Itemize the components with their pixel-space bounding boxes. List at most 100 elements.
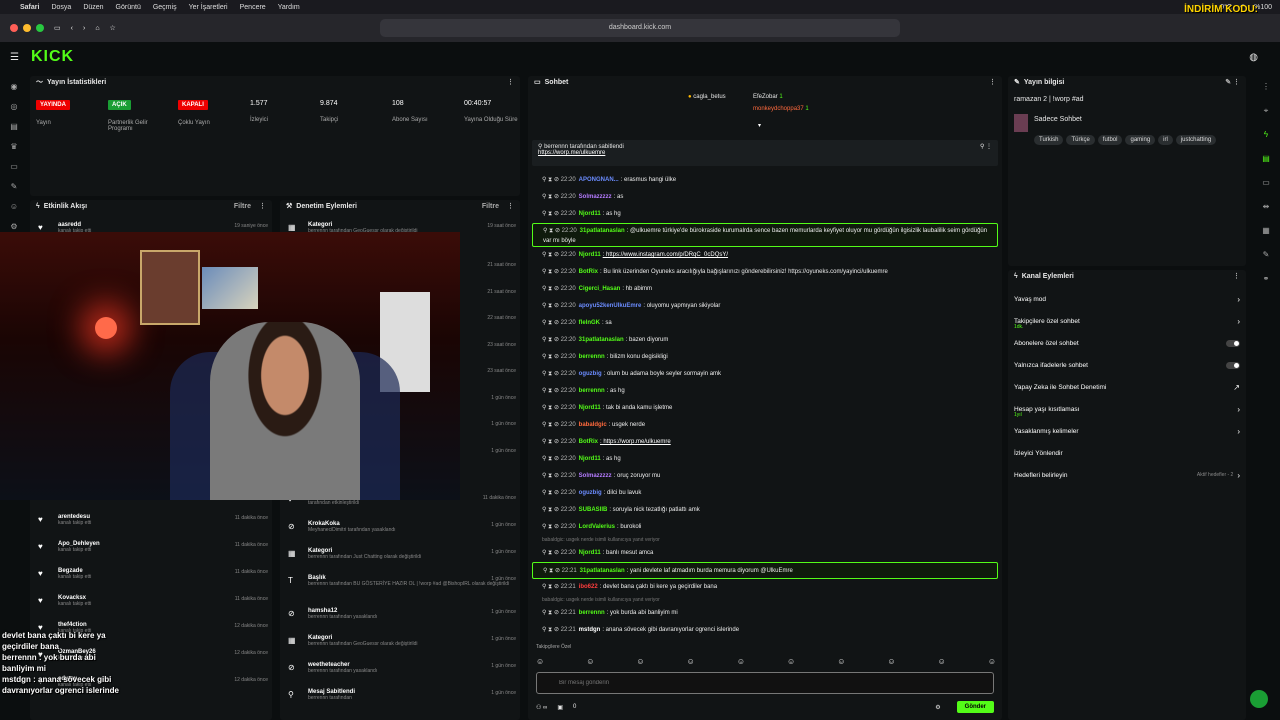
- chat-message[interactable]: ⚲ ⧗ ⊘ 22:20 APONGNAN...: erasmus hangi ül…: [532, 172, 998, 189]
- tools-icon[interactable]: ✎: [9, 182, 19, 192]
- emote-icon[interactable]: ☺: [586, 657, 594, 666]
- chat-message[interactable]: ⚲ ⧗ ⊘ 22:20 oguzbig: dilci bu lavuk: [532, 485, 998, 502]
- message-text[interactable]: : https://worp.me/ulkuemre: [600, 439, 671, 445]
- kick-account-icon[interactable]: ◍: [1249, 52, 1258, 63]
- emote-icon[interactable]: ☺: [887, 657, 895, 666]
- menu-pencere[interactable]: Pencere: [240, 4, 266, 11]
- message-username[interactable]: mstdgn: [579, 627, 601, 633]
- more-icon[interactable]: ⋮: [1261, 82, 1271, 92]
- mod-actions-icon[interactable]: ⚲ ⧗ ⊘: [542, 303, 561, 309]
- mod-actions-icon[interactable]: ⚲ ⧗ ⊘: [542, 269, 561, 275]
- menu-dosya[interactable]: Dosya: [51, 4, 71, 11]
- unpin-icon[interactable]: ⚲ ⋮: [980, 143, 992, 150]
- message-username[interactable]: ibo622: [579, 584, 598, 590]
- mod-actions-icon[interactable]: ⚲ ⧗ ⊘: [543, 228, 562, 234]
- chat-message[interactable]: ⚲ ⧗ ⊘ 22:20 berrennn: bilizm konu degisik…: [532, 349, 998, 366]
- message-username[interactable]: oguzbig: [579, 490, 602, 496]
- chat-message[interactable]: ⚲ ⧗ ⊘ 22:20 LordValerius: burokoli: [532, 519, 998, 536]
- chat-message[interactable]: ⚲ ⧗ ⊘ 22:21 31patlatanaslan: yani devlete…: [532, 562, 998, 579]
- chat-message[interactable]: ⚲ ⧗ ⊘ 22:20 oguzbig: olum bu adama boyle …: [532, 366, 998, 383]
- toggle-switch[interactable]: [1226, 339, 1240, 347]
- mod-actions-icon[interactable]: ⚲ ⧗ ⊘: [542, 177, 561, 183]
- stream-icon[interactable]: ◉: [9, 82, 19, 92]
- layers-icon[interactable]: ▤: [1261, 154, 1271, 164]
- message-text[interactable]: : https://www.instagram.com/p/DRqC_0cDQs…: [603, 252, 728, 258]
- tag[interactable]: Türkçe: [1066, 135, 1095, 145]
- chat-message[interactable]: ⚲ ⧗ ⊘ 22:20 flelnGK: sa: [532, 315, 998, 332]
- home-icon[interactable]: ⌂: [95, 25, 99, 32]
- trophy-icon[interactable]: ♛: [9, 142, 19, 152]
- mod-actions-icon[interactable]: ⚲ ⧗ ⊘: [542, 473, 561, 479]
- split-icon[interactable]: ⇹: [1261, 202, 1271, 212]
- chat-message[interactable]: ⚲ ⧗ ⊘ 22:20 berrennn: as hg: [532, 383, 998, 400]
- chat-icon[interactable]: ▭: [1261, 178, 1271, 188]
- mod-actions-icon[interactable]: ⚲ ⧗ ⊘: [542, 507, 561, 513]
- dashboard-icon[interactable]: ▤: [9, 122, 19, 132]
- users-icon[interactable]: ☺: [9, 202, 19, 212]
- chat-message[interactable]: ⚲ ⧗ ⊘ 22:20 apoyu52kenUlkuEmre: oluyomu y…: [532, 298, 998, 315]
- pinned-link[interactable]: https://worp.me/ulkuemre: [538, 150, 605, 156]
- message-username[interactable]: flelnGK: [579, 320, 600, 326]
- forward-icon[interactable]: ›: [83, 25, 85, 32]
- mod-actions-icon[interactable]: ⚲ ⧗ ⊘: [542, 422, 561, 428]
- mod-actions-icon[interactable]: ⚲ ⧗ ⊘: [542, 610, 561, 616]
- message-username[interactable]: Njord11: [579, 456, 601, 462]
- chat-message[interactable]: ⚲ ⧗ ⊘ 22:20 Njord11: banlı mesut amca: [532, 545, 998, 562]
- wrench-icon[interactable]: ✎: [1261, 250, 1271, 260]
- chat-message[interactable]: ⚲ ⧗ ⊘ 22:20 Solmazzzzz: oruç zoruyor mu: [532, 468, 998, 485]
- tag[interactable]: futbol: [1097, 135, 1123, 145]
- message-username[interactable]: apoyu52kenUlkuEmre: [579, 303, 642, 309]
- channel-action-row[interactable]: Yalnızca ifadelerle sohbet: [1008, 354, 1246, 376]
- zoom-window-button[interactable]: [36, 24, 44, 32]
- mod-actions-icon[interactable]: ⚲ ⧗ ⊘: [542, 550, 561, 556]
- mod-actions-icon[interactable]: ⚲ ⧗ ⊘: [542, 456, 561, 462]
- broadcast-icon[interactable]: ◎: [9, 102, 19, 112]
- message-username[interactable]: 31patlatanaslan: [580, 568, 625, 574]
- message-username[interactable]: BotRix: [579, 269, 598, 275]
- message-username[interactable]: Solmazzzzz: [579, 194, 612, 200]
- chat-message[interactable]: ⚲ ⧗ ⊘ 22:20 Cigerci_Hasan: hb abimm: [532, 281, 998, 298]
- kick-logo[interactable]: KICK: [31, 48, 74, 66]
- minimize-window-button[interactable]: [23, 24, 31, 32]
- chat-icon[interactable]: ▭: [9, 162, 19, 172]
- message-username[interactable]: Njord11: [579, 550, 601, 556]
- chat-message[interactable]: ⚲ ⧗ ⊘ 22:20 SUBASIIB: soruyla nick tezatl…: [532, 502, 998, 519]
- help-fab-button[interactable]: [1250, 690, 1268, 708]
- message-username[interactable]: LordValerius: [579, 524, 615, 530]
- chat-input[interactable]: [536, 672, 994, 694]
- menu-duzen[interactable]: Düzen: [83, 4, 103, 11]
- gift-icon[interactable]: ▣: [557, 704, 563, 711]
- mod-actions-icon[interactable]: ⚲ ⧗ ⊘: [542, 252, 561, 258]
- message-username[interactable]: berrennn: [579, 610, 605, 616]
- expand-leaders-icon[interactable]: ▾: [758, 122, 761, 129]
- share-icon[interactable]: ⚭: [1261, 274, 1271, 284]
- channel-action-row[interactable]: İzleyici Yönlendir: [1008, 442, 1246, 464]
- message-username[interactable]: 31patlatanaslan: [579, 337, 624, 343]
- mod-actions-icon[interactable]: ⚲ ⧗ ⊘: [542, 211, 561, 217]
- chat-message[interactable]: ⚲ ⧗ ⊘ 22:20 31patlatanaslan: bazen diyoru…: [532, 332, 998, 349]
- more-menu-icon[interactable]: ⋮: [259, 200, 266, 214]
- leader-3[interactable]: monkeydchoppa37 1: [753, 106, 809, 112]
- chevron-right-icon[interactable]: ›: [1237, 405, 1240, 414]
- channel-action-row[interactable]: Hedefleri belirleyin Aktif hedefler - 2 ›: [1008, 464, 1246, 486]
- app-name[interactable]: Safari: [20, 4, 39, 11]
- more-menu-icon[interactable]: ⋮: [1233, 270, 1240, 284]
- message-username[interactable]: Njord11: [579, 405, 601, 411]
- message-username[interactable]: berrennn: [579, 354, 605, 360]
- category-name[interactable]: Sadece Sohbet: [1034, 116, 1082, 123]
- leader-1[interactable]: ● cagla_betus: [688, 94, 726, 100]
- mod-actions-icon[interactable]: ⚲ ⧗ ⊘: [542, 584, 561, 590]
- message-username[interactable]: berrennn: [579, 388, 605, 394]
- mod-actions-icon[interactable]: ⚲ ⧗ ⊘: [542, 320, 561, 326]
- message-username[interactable]: Cigerci_Hasan: [579, 286, 621, 292]
- settings-icon[interactable]: ⚙: [9, 222, 19, 232]
- chevron-right-icon[interactable]: ›: [1237, 427, 1240, 436]
- activity-filter-button[interactable]: Filtre: [234, 200, 251, 214]
- moderation-filter-button[interactable]: Filtre: [482, 200, 499, 214]
- menu-gecmis[interactable]: Geçmiş: [153, 4, 177, 11]
- more-menu-icon[interactable]: ⋮: [507, 76, 514, 90]
- chevron-right-icon[interactable]: ›: [1237, 295, 1240, 304]
- chat-message[interactable]: ⚲ ⧗ ⊘ 22:20 Njord11: as hg: [532, 451, 998, 468]
- pinned-message[interactable]: ⚲ berrennn tarafından sabitlendi https:/…: [532, 140, 998, 166]
- message-username[interactable]: SUBASIIB: [579, 507, 608, 513]
